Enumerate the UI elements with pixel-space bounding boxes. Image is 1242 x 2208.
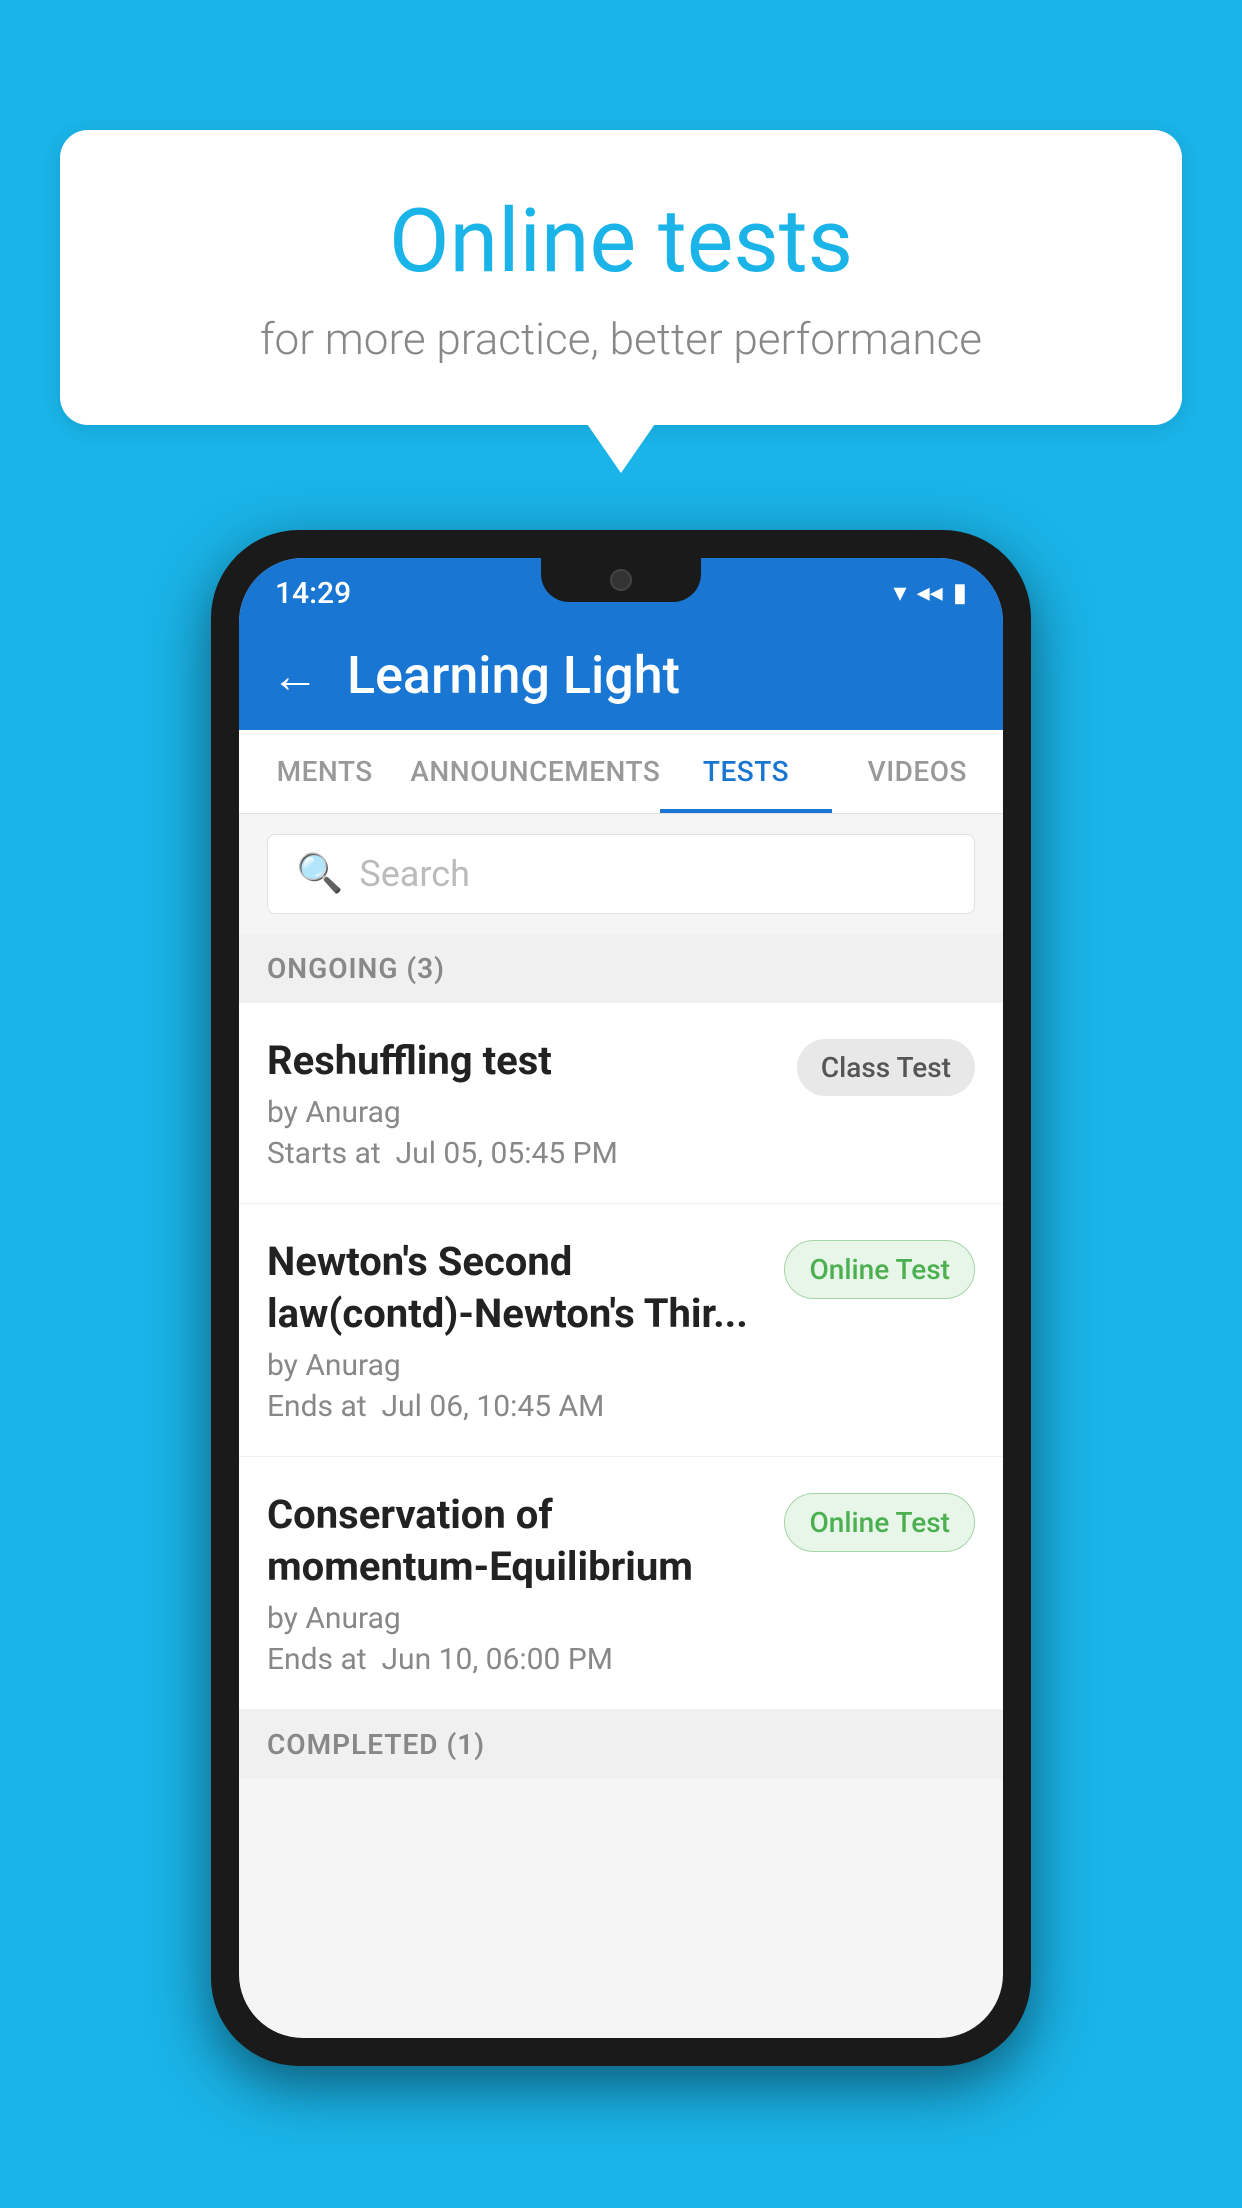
- app-bar: ← Learning Light: [239, 620, 1003, 730]
- tab-videos[interactable]: VIDEOS: [832, 730, 1003, 813]
- test-item-content: Newton's Second law(contd)-Newton's Thir…: [267, 1236, 764, 1424]
- ongoing-section-header: ONGOING (3): [239, 934, 1003, 1003]
- speech-bubble: Online tests for more practice, better p…: [60, 130, 1182, 425]
- tab-announcements[interactable]: ANNOUNCEMENTS: [410, 730, 660, 813]
- test-date: Ends at Jul 06, 10:45 AM: [267, 1389, 764, 1424]
- test-list: Reshuffling test by Anurag Starts at Jul…: [239, 1003, 1003, 1710]
- test-badge-online: Online Test: [784, 1493, 975, 1552]
- signal-icon: ◂◂: [917, 578, 943, 608]
- status-time: 14:29: [275, 576, 351, 611]
- test-name: Reshuffling test: [267, 1035, 777, 1087]
- wifi-icon: ▾: [894, 578, 907, 608]
- battery-icon: ▮: [953, 578, 967, 608]
- search-icon: 🔍: [296, 852, 343, 896]
- test-item-content: Reshuffling test by Anurag Starts at Jul…: [267, 1035, 777, 1171]
- phone-mockup: 14:29 ▾ ◂◂ ▮ ← Learning Light MENTS ANNO…: [211, 530, 1031, 2066]
- test-badge-class: Class Test: [797, 1039, 975, 1096]
- test-date: Starts at Jul 05, 05:45 PM: [267, 1136, 777, 1171]
- test-name: Newton's Second law(contd)-Newton's Thir…: [267, 1236, 764, 1340]
- app-title: Learning Light: [347, 645, 680, 706]
- tab-tests[interactable]: TESTS: [660, 730, 831, 813]
- test-date: Ends at Jun 10, 06:00 PM: [267, 1642, 764, 1677]
- test-item[interactable]: Conservation of momentum-Equilibrium by …: [239, 1457, 1003, 1710]
- test-badge-online: Online Test: [784, 1240, 975, 1299]
- back-button[interactable]: ←: [271, 647, 319, 704]
- test-item[interactable]: Reshuffling test by Anurag Starts at Jul…: [239, 1003, 1003, 1204]
- bubble-title: Online tests: [140, 190, 1102, 293]
- tabs-bar: MENTS ANNOUNCEMENTS TESTS VIDEOS: [239, 730, 1003, 814]
- search-container: 🔍 Search: [239, 814, 1003, 934]
- search-box[interactable]: 🔍 Search: [267, 834, 975, 914]
- phone-camera: [610, 569, 632, 591]
- phone-screen: 14:29 ▾ ◂◂ ▮ ← Learning Light MENTS ANNO…: [239, 558, 1003, 2038]
- test-name: Conservation of momentum-Equilibrium: [267, 1489, 764, 1593]
- search-input[interactable]: Search: [359, 853, 470, 895]
- test-by: by Anurag: [267, 1601, 764, 1636]
- test-by: by Anurag: [267, 1348, 764, 1383]
- bubble-subtitle: for more practice, better performance: [140, 313, 1102, 365]
- test-item[interactable]: Newton's Second law(contd)-Newton's Thir…: [239, 1204, 1003, 1457]
- phone-notch: [541, 558, 701, 602]
- completed-section-header: COMPLETED (1): [239, 1710, 1003, 1779]
- test-item-content: Conservation of momentum-Equilibrium by …: [267, 1489, 764, 1677]
- tab-ments[interactable]: MENTS: [239, 730, 410, 813]
- status-icons: ▾ ◂◂ ▮: [894, 578, 967, 608]
- test-by: by Anurag: [267, 1095, 777, 1130]
